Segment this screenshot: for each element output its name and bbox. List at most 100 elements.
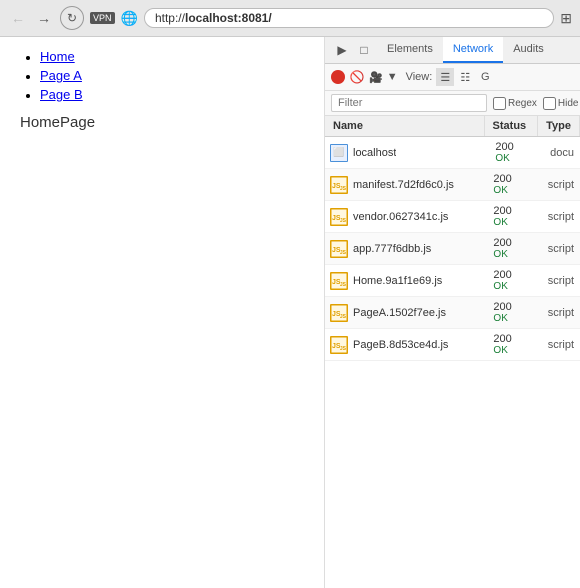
filename-text: app.777f6dbb.js: [353, 243, 431, 255]
large-view-icon[interactable]: G: [476, 68, 494, 86]
tab-elements[interactable]: Elements: [377, 37, 443, 63]
status-code: 200: [495, 141, 538, 153]
cell-type: script: [542, 239, 580, 259]
screenshot-button[interactable]: 🎥: [369, 71, 383, 84]
cell-name: JS PageA.1502f7ee.js: [325, 299, 487, 327]
list-view-icon[interactable]: ☰: [436, 68, 454, 86]
browser-toolbar: ← → ↻ VPN 🌐 http://localhost:8081/ ⊞: [0, 0, 580, 36]
pageb-link[interactable]: Page B: [40, 87, 83, 102]
cell-status: 200 OK: [489, 137, 544, 168]
file-icon-wrap: JS: [329, 335, 349, 355]
svg-text:JS: JS: [332, 183, 341, 190]
element-picker-icon[interactable]: □: [355, 41, 373, 59]
cell-status: 200 OK: [487, 265, 541, 296]
globe-icon: 🌐: [121, 10, 138, 27]
status-ok: OK: [493, 313, 535, 324]
cell-type: script: [542, 271, 580, 291]
column-header-type: Type: [538, 116, 580, 136]
status-ok: OK: [493, 281, 535, 292]
js-icon: JS: [330, 272, 348, 290]
url-plain: http://: [155, 11, 185, 25]
tab-network[interactable]: Network: [443, 37, 503, 63]
reload-button[interactable]: ↻: [60, 6, 84, 30]
table-row[interactable]: JS manifest.7d2fd6c0.js 200 OK script: [325, 169, 580, 201]
cell-type: script: [542, 303, 580, 323]
file-icon-wrap: JS: [329, 271, 349, 291]
filename-text: manifest.7d2fd6c0.js: [353, 179, 454, 191]
cell-name: JS Home.9a1f1e69.js: [325, 267, 487, 295]
table-row[interactable]: JS app.777f6dbb.js 200 OK script: [325, 233, 580, 265]
devtools-panel: ▶ □ Elements Network Audits 🚫 🎥 ▼ View: …: [325, 37, 580, 588]
filter-button[interactable]: ▼: [387, 71, 398, 83]
regex-checkbox[interactable]: [493, 97, 506, 110]
status-code: 200: [493, 237, 535, 249]
address-bar[interactable]: http://localhost:8081/: [144, 8, 554, 28]
tab-audits[interactable]: Audits: [503, 37, 554, 63]
regex-label-text: Regex: [508, 98, 537, 109]
list-item: Home: [40, 49, 304, 64]
svg-text:JS: JS: [332, 279, 341, 286]
back-button[interactable]: ←: [8, 8, 28, 28]
filename-text: localhost: [353, 147, 396, 159]
filename-text: Home.9a1f1e69.js: [353, 275, 442, 287]
list-item: Page B: [40, 87, 304, 102]
svg-text:JS: JS: [332, 215, 341, 222]
record-button[interactable]: [331, 70, 345, 84]
filename-text: PageA.1502f7ee.js: [353, 307, 446, 319]
grid-view-icon[interactable]: ☷: [456, 68, 474, 86]
js-icon: JS: [330, 304, 348, 322]
status-code: 200: [493, 205, 535, 217]
status-code: 200: [493, 333, 535, 345]
cell-name: ⬜ localhost: [325, 139, 489, 167]
view-icons: ☰ ☷ G: [436, 68, 494, 86]
column-header-status: Status: [485, 116, 539, 136]
view-label: View:: [406, 71, 433, 83]
table-header: Name Status Type: [325, 116, 580, 137]
devtools-tabs: ▶ □ Elements Network Audits: [325, 37, 580, 64]
hide-checkbox[interactable]: [543, 97, 556, 110]
regex-checkbox-label[interactable]: Regex: [493, 97, 537, 110]
clear-button[interactable]: 🚫: [349, 69, 365, 85]
cell-name: JS PageB.8d53ce4d.js: [325, 331, 487, 359]
cell-type: script: [542, 207, 580, 227]
nav-list: Home Page A Page B: [40, 49, 304, 102]
cell-type: docu: [544, 143, 580, 163]
cell-name: JS manifest.7d2fd6c0.js: [325, 171, 487, 199]
status-ok: OK: [493, 249, 535, 260]
cell-name: JS app.777f6dbb.js: [325, 235, 487, 263]
js-icon: JS: [330, 240, 348, 258]
table-row[interactable]: JS vendor.0627341c.js 200 OK script: [325, 201, 580, 233]
table-row[interactable]: ⬜ localhost 200 OK docu: [325, 137, 580, 169]
js-icon: JS: [330, 336, 348, 354]
cell-status: 200 OK: [487, 329, 541, 360]
status-code: 200: [493, 269, 535, 281]
file-icon-wrap: JS: [329, 303, 349, 323]
hide-checkbox-label[interactable]: Hide: [543, 97, 579, 110]
filter-input[interactable]: [331, 94, 487, 112]
browser-chrome: ← → ↻ VPN 🌐 http://localhost:8081/ ⊞: [0, 0, 580, 37]
svg-text:JS: JS: [332, 311, 341, 318]
filter-bar: Regex Hide: [325, 91, 580, 116]
status-ok: OK: [493, 345, 535, 356]
cursor-icon[interactable]: ▶: [333, 41, 351, 59]
extensions-icon: ⊞: [560, 10, 572, 27]
cell-name: JS vendor.0627341c.js: [325, 203, 487, 231]
pagea-link[interactable]: Page A: [40, 68, 82, 83]
page-title: HomePage: [20, 114, 304, 131]
home-link[interactable]: Home: [40, 49, 75, 64]
column-header-name: Name: [325, 116, 485, 136]
table-row[interactable]: JS PageB.8d53ce4d.js 200 OK script: [325, 329, 580, 361]
table-row[interactable]: JS Home.9a1f1e69.js 200 OK script: [325, 265, 580, 297]
list-item: Page A: [40, 68, 304, 83]
status-ok: OK: [493, 217, 535, 228]
file-icon-wrap: JS: [329, 239, 349, 259]
forward-button[interactable]: →: [34, 8, 54, 28]
table-row[interactable]: JS PageA.1502f7ee.js 200 OK script: [325, 297, 580, 329]
status-code: 200: [493, 173, 535, 185]
table-rows-container: ⬜ localhost 200 OK docu JS manifest.7d2f…: [325, 137, 580, 361]
js-icon: JS: [330, 208, 348, 226]
file-icon-wrap: JS: [329, 207, 349, 227]
js-icon: JS: [330, 176, 348, 194]
cell-type: script: [542, 175, 580, 195]
main-area: Home Page A Page B HomePage ▶ □ Elements N…: [0, 37, 580, 588]
